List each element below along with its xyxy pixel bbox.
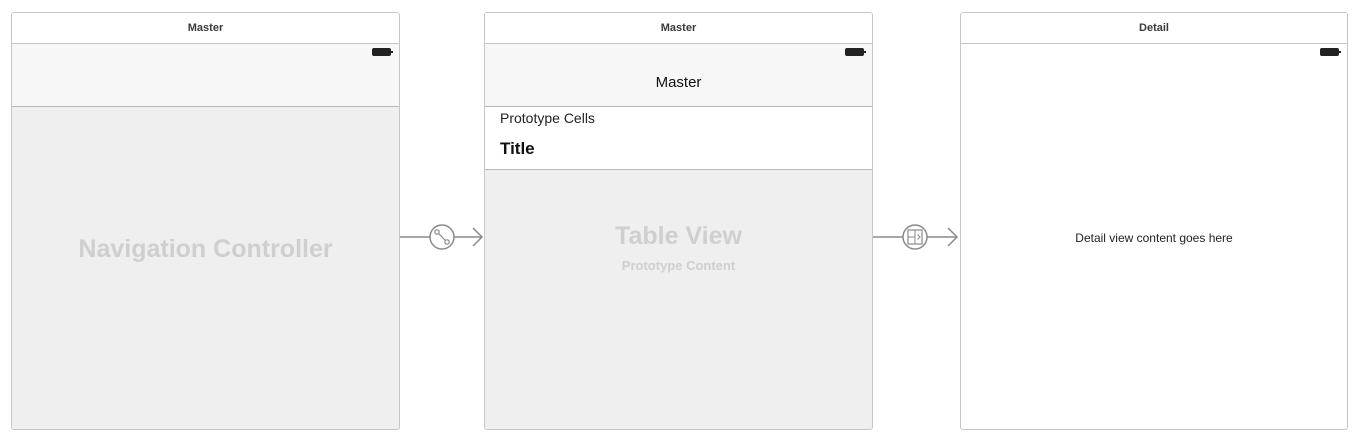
battery-icon: [845, 48, 866, 56]
prototype-cell-title[interactable]: Title: [500, 139, 535, 159]
scene-placeholder-label: Navigation Controller: [78, 235, 333, 263]
relationship-segue-icon[interactable]: [429, 224, 455, 250]
navigation-controller-scene[interactable]: Master Navigation Controller: [11, 12, 400, 430]
scene-title: Master: [485, 13, 872, 44]
navigation-bar[interactable]: Master: [485, 44, 872, 107]
navigation-bar[interactable]: [12, 44, 399, 107]
table-view-label: Table View: [615, 222, 742, 250]
prototype-cells-header: Prototype Cells: [500, 110, 595, 126]
show-detail-segue[interactable]: [871, 217, 963, 257]
show-segue-icon[interactable]: [902, 224, 928, 250]
battery-icon: [1320, 48, 1341, 56]
relationship-segue[interactable]: [398, 217, 486, 257]
scene-title: Detail: [961, 13, 1347, 44]
placeholder-content-area: Navigation Controller: [12, 107, 399, 429]
detail-scene[interactable]: Detail Detail view content goes here: [960, 12, 1348, 430]
scene-title: Master: [12, 13, 399, 44]
table-view-area[interactable]: Table View Prototype Content: [485, 170, 872, 429]
prototype-content-label: Prototype Content: [621, 258, 736, 273]
master-scene[interactable]: Master Master Prototype Cells Title Tabl…: [484, 12, 873, 430]
navigation-bar-title: Master: [655, 74, 702, 91]
detail-content-label[interactable]: Detail view content goes here: [961, 231, 1347, 245]
prototype-cells-section[interactable]: Prototype Cells Title: [485, 107, 872, 170]
battery-icon: [372, 48, 393, 56]
